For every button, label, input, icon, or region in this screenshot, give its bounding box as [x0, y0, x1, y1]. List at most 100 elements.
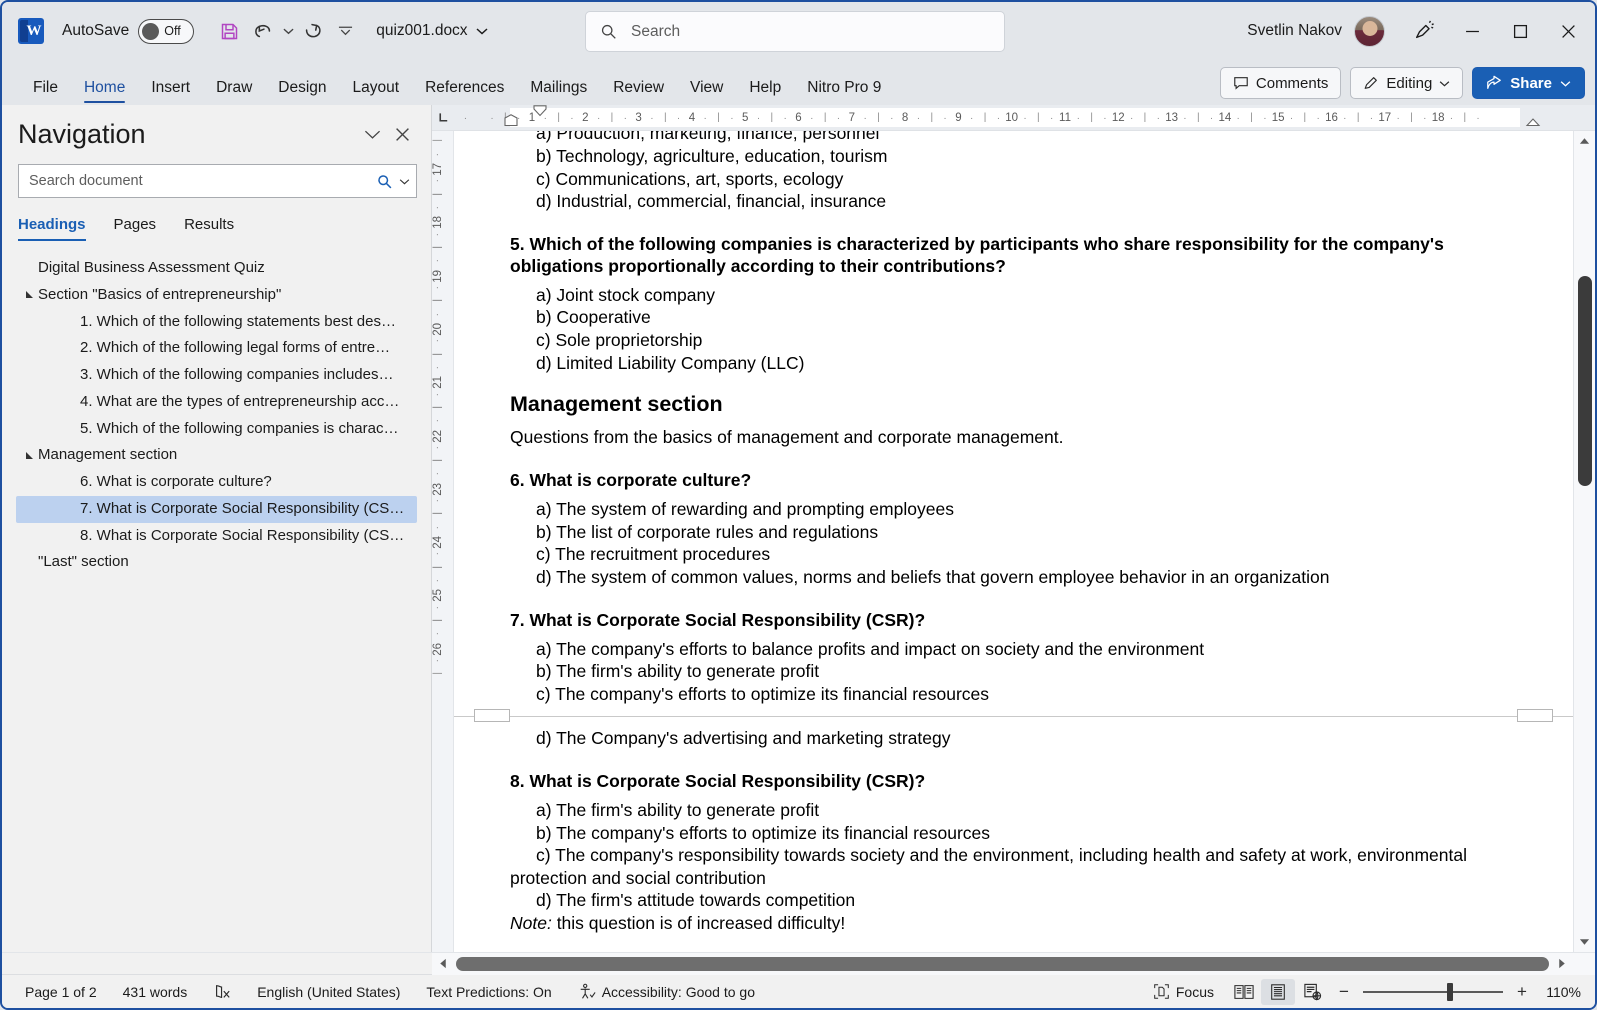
navigation-heading-item[interactable]: 1. Which of the following statements bes… — [16, 309, 417, 336]
left-indent-marker[interactable] — [503, 114, 519, 127]
ribbon-tab-help[interactable]: Help — [736, 79, 794, 106]
ribbon-tab-design[interactable]: Design — [265, 79, 339, 106]
vertical-ruler-tick-label: 26 — [432, 642, 444, 656]
left-tab-stop-icon[interactable] — [432, 105, 454, 130]
redo-icon[interactable] — [296, 14, 330, 48]
zoom-out-button[interactable]: − — [1337, 982, 1351, 1002]
first-line-indent-marker[interactable] — [532, 105, 548, 117]
horizontal-ruler[interactable]: ·|··|·1·|·2·|·3·|·4·|·5·|·6·|·7·|·8·|·9·… — [432, 105, 1595, 131]
share-button[interactable]: Share — [1472, 67, 1585, 99]
scroll-up-icon[interactable] — [1574, 131, 1596, 151]
zoom-slider[interactable] — [1363, 982, 1503, 1001]
comments-button[interactable]: Comments — [1219, 67, 1342, 99]
scroll-left-icon[interactable] — [432, 953, 454, 975]
proofing-errors-icon[interactable] — [200, 979, 244, 1005]
ribbon-tab-file[interactable]: File — [20, 79, 71, 106]
navigation-heading-item[interactable]: 7. What is Corporate Social Responsibili… — [16, 495, 417, 523]
vertical-ruler-tick-label: 18 — [432, 216, 444, 230]
close-icon[interactable] — [387, 120, 417, 150]
zoom-level-label[interactable]: 110% — [1541, 984, 1585, 1000]
zoom-in-button[interactable]: + — [1515, 982, 1529, 1002]
expand-collapse-triangle-icon[interactable] — [22, 290, 38, 300]
customize-quick-access-icon[interactable] — [330, 26, 360, 36]
navigation-heading-label: 5. Which of the following companies is c… — [80, 419, 399, 437]
word-count[interactable]: 431 words — [110, 979, 201, 1005]
document-text[interactable]: a) Production, marketing, finance, perso… — [454, 131, 1573, 952]
focus-mode-button[interactable]: Focus — [1140, 979, 1227, 1005]
page-info[interactable]: Page 1 of 2 — [12, 979, 110, 1005]
ribbon-tab-nitro-pro-9[interactable]: Nitro Pro 9 — [794, 79, 894, 106]
zoom-slider-thumb[interactable] — [1446, 982, 1453, 1001]
navigation-heading-item[interactable]: 2. Which of the following legal forms of… — [16, 335, 417, 362]
minimize-icon[interactable] — [1449, 8, 1495, 54]
vertical-ruler-minor-tick: | — [432, 352, 443, 356]
vertical-ruler-minor-tick: | — [432, 405, 443, 409]
horizontal-scrollbar[interactable] — [432, 952, 1595, 975]
pen-feedback-icon[interactable] — [1401, 8, 1447, 54]
ribbon-tab-home[interactable]: Home — [71, 79, 138, 106]
document-option: d) Limited Liability Company (LLC) — [536, 352, 805, 373]
chevron-down-icon[interactable] — [357, 120, 387, 150]
vertical-ruler-minor-tick: · — [432, 392, 443, 396]
document-option: d) The Company's advertising and marketi… — [536, 728, 951, 749]
ribbon-tab-layout[interactable]: Layout — [340, 79, 413, 106]
close-icon[interactable] — [1545, 8, 1591, 54]
ribbon-tab-view[interactable]: View — [677, 79, 736, 106]
scroll-right-icon[interactable] — [1551, 953, 1573, 975]
undo-dropdown-icon[interactable] — [280, 27, 296, 35]
ruler-minor-tick: · — [1263, 113, 1267, 124]
navigation-tab-headings[interactable]: Headings — [18, 216, 86, 241]
ribbon-tab-draw[interactable]: Draw — [203, 79, 265, 106]
horizontal-scrollbar-thumb[interactable] — [456, 956, 1549, 971]
read-mode-icon[interactable] — [1227, 979, 1261, 1005]
text-predictions-label[interactable]: Text Predictions: On — [413, 979, 564, 1005]
ribbon-tab-mailings[interactable]: Mailings — [517, 79, 600, 106]
navigation-heading-item[interactable]: 3. Which of the following companies incl… — [16, 362, 417, 389]
ribbon-tab-insert[interactable]: Insert — [138, 79, 203, 106]
right-indent-marker[interactable] — [1525, 114, 1541, 127]
undo-icon[interactable] — [246, 14, 280, 48]
maximize-icon[interactable] — [1497, 8, 1543, 54]
document-option: a) Joint stock company — [536, 284, 715, 305]
search-options-chevron-down-icon[interactable] — [399, 178, 410, 185]
ribbon-tab-references[interactable]: References — [412, 79, 517, 106]
web-layout-icon[interactable] — [1295, 979, 1329, 1005]
note-label: Note: — [510, 912, 552, 933]
navigation-heading-item[interactable]: Digital Business Assessment Quiz — [16, 255, 417, 282]
ruler-minor-tick: · — [1289, 113, 1294, 124]
navigation-heading-item[interactable]: 4. What are the types of entrepreneurshi… — [16, 389, 417, 416]
navigation-heading-item[interactable]: Management section — [16, 442, 417, 469]
search-input[interactable]: Search — [585, 11, 1005, 52]
chevron-down-icon — [476, 28, 488, 35]
navigation-heading-item[interactable]: 5. Which of the following companies is c… — [16, 416, 417, 443]
navigation-heading-item[interactable]: "Last" section — [16, 549, 417, 576]
print-layout-icon[interactable] — [1261, 978, 1295, 1005]
scrollbar-left-gap — [2, 952, 432, 975]
scroll-down-icon[interactable] — [1574, 932, 1596, 952]
document-page[interactable]: a) Production, marketing, finance, perso… — [454, 131, 1573, 952]
avatar[interactable] — [1354, 15, 1385, 47]
navigation-heading-item[interactable]: Section "Basics of entrepreneurship" — [16, 282, 417, 309]
search-icon[interactable] — [376, 173, 393, 190]
vertical-ruler[interactable]: 17 | · · | 18 | · · | 19 | · · | 20 | · · | 21 | · · | 22 | · · | 23 | ·… — [432, 131, 454, 952]
ribbon-tab-review[interactable]: Review — [600, 79, 677, 106]
accessibility-status[interactable]: Accessibility: Good to go — [565, 979, 768, 1005]
language-label[interactable]: English (United States) — [244, 979, 413, 1005]
expand-collapse-triangle-icon[interactable] — [22, 451, 38, 461]
autosave-toggle[interactable]: Off — [138, 18, 195, 44]
navigation-search-input[interactable]: Search document — [18, 164, 417, 198]
navigation-tab-pages[interactable]: Pages — [114, 216, 157, 241]
vertical-scrollbar-thumb[interactable] — [1578, 276, 1592, 486]
user-name-label[interactable]: Svetlin Nakov — [1247, 22, 1342, 40]
document-name-button[interactable]: quiz001.docx — [376, 22, 488, 40]
page-break-separator[interactable] — [454, 705, 1573, 727]
editing-mode-button[interactable]: Editing — [1350, 67, 1464, 99]
vertical-scrollbar[interactable] — [1573, 131, 1595, 952]
ruler-minor-tick: | — [1463, 112, 1467, 123]
document-option: d) Industrial, commercial, financial, in… — [536, 191, 887, 212]
navigation-heading-item[interactable]: 6. What is corporate culture? — [16, 469, 417, 496]
ruler-minor-tick: · — [916, 113, 921, 124]
save-icon[interactable] — [212, 14, 246, 48]
navigation-heading-item[interactable]: 8. What is Corporate Social Responsibili… — [16, 523, 417, 550]
navigation-tab-results[interactable]: Results — [184, 216, 234, 241]
